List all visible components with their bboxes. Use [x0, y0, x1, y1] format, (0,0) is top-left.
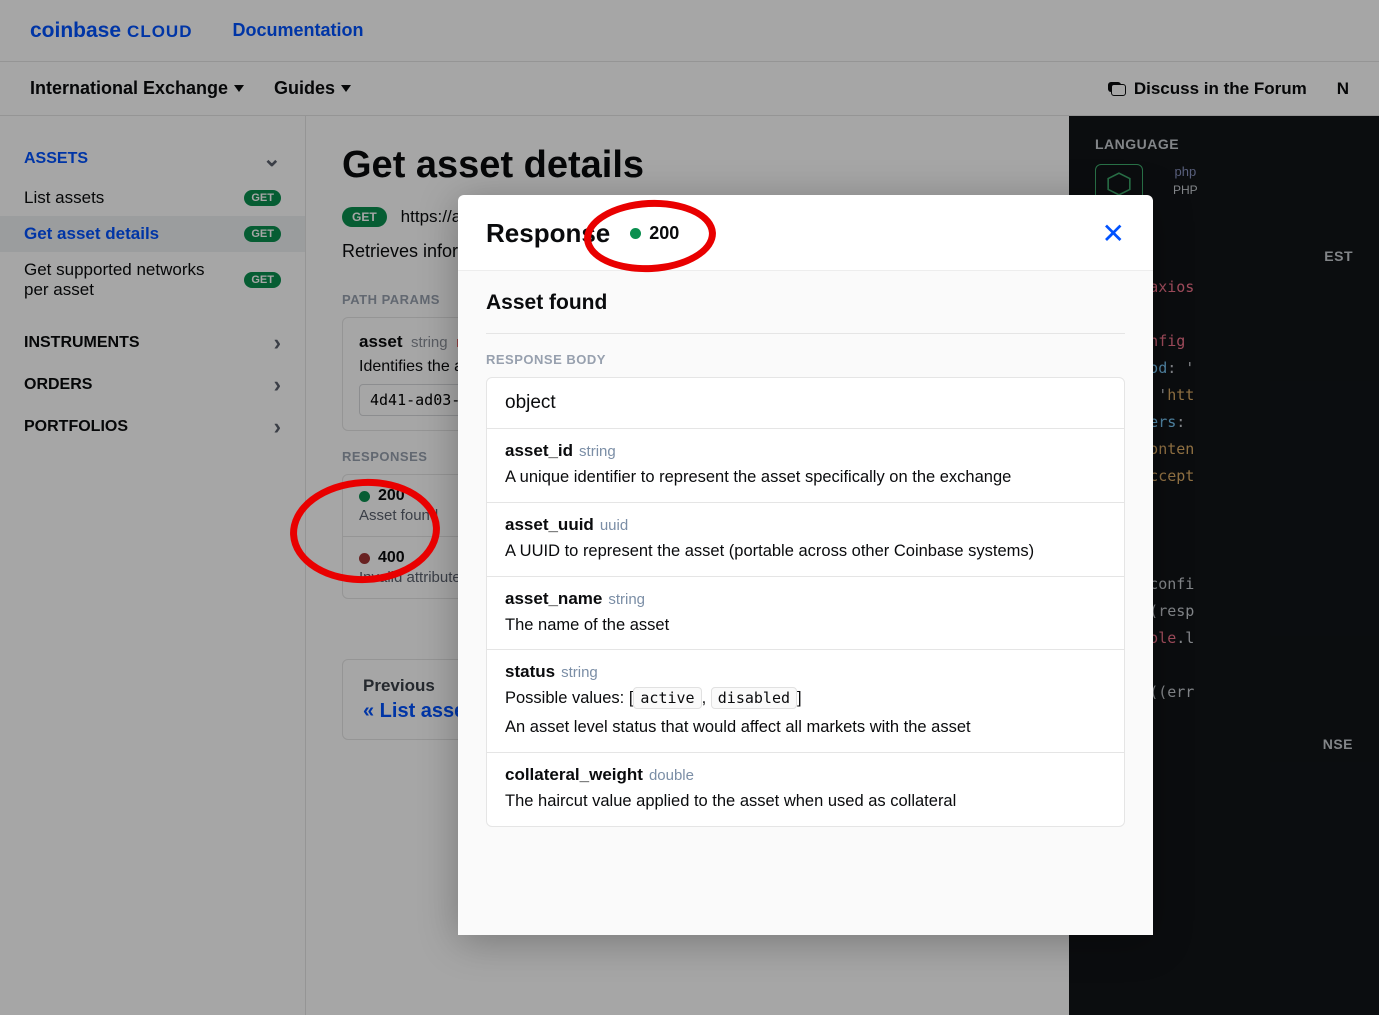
- prop-desc: The haircut value applied to the asset w…: [505, 789, 1106, 814]
- prop-type: string: [608, 591, 645, 608]
- sidebar-item-supported-networks[interactable]: Get supported networks per asset GET: [0, 252, 305, 308]
- prop-type: double: [649, 767, 694, 784]
- language-label: LANGUAGE: [1095, 136, 1353, 152]
- prop-name: collateral_weight: [505, 765, 643, 784]
- prop-type: string: [561, 664, 598, 681]
- sidebar-item-list-assets[interactable]: List assets GET: [0, 180, 305, 216]
- sidebar-section-portfolios[interactable]: PORTFOLIOS ›: [0, 406, 305, 448]
- schema-prop: asset_uuid uuid A UUID to represent the as…: [487, 503, 1124, 577]
- forum-link[interactable]: Discuss in the Forum: [1108, 79, 1307, 99]
- caret-down-icon: [234, 85, 244, 92]
- schema-prop: collateral_weight double The haircut value…: [487, 753, 1124, 826]
- prop-desc: An asset level status that would affect …: [505, 715, 1106, 740]
- prop-type: uuid: [600, 517, 628, 534]
- documentation-link[interactable]: Documentation: [233, 20, 364, 41]
- modal-title: Response: [486, 218, 610, 249]
- response-body-label: RESPONSE BODY: [486, 352, 1125, 367]
- method-badge: GET: [244, 272, 281, 288]
- forum-icon: [1108, 82, 1126, 96]
- chevron-right-icon: ›: [274, 372, 281, 398]
- page-title: Get asset details: [342, 144, 1033, 187]
- modal-subtitle: Asset found: [486, 291, 1125, 334]
- sidebar-section-instruments[interactable]: INSTRUMENTS ›: [0, 322, 305, 364]
- sidebar-item-get-asset-details[interactable]: Get asset details GET: [0, 216, 305, 252]
- status-dot-green: [630, 228, 641, 239]
- chevron-right-icon: ›: [274, 330, 281, 356]
- schema-prop: status string Possible values: [active, di…: [487, 650, 1124, 753]
- lang-button-php[interactable]: php PHP: [1173, 164, 1198, 222]
- prop-name: asset_uuid: [505, 515, 594, 534]
- sidebar: ASSETS ⌄ List assets GET Get asset detai…: [0, 116, 306, 1015]
- schema-box: object asset_idstringA unique identifier…: [486, 377, 1125, 827]
- sidebar-section-assets[interactable]: ASSETS ⌄: [0, 138, 305, 180]
- schema-type: object: [487, 378, 1124, 429]
- chevron-down-icon: ⌄: [263, 146, 281, 172]
- node-icon: [1106, 171, 1132, 197]
- param-name: asset: [359, 332, 402, 351]
- nav-international-exchange[interactable]: International Exchange: [30, 78, 244, 99]
- top-header: coinbase CLOUD Documentation: [0, 0, 1379, 62]
- prop-name: asset_name: [505, 589, 602, 608]
- nav-guides[interactable]: Guides: [274, 78, 351, 99]
- logo-main: coinbase: [30, 19, 121, 43]
- logo[interactable]: coinbase CLOUD: [30, 19, 193, 43]
- prop-type: string: [579, 443, 616, 460]
- status-dot-red: [359, 553, 370, 564]
- modal-status-code: 200: [630, 223, 679, 244]
- method-pill: GET: [342, 207, 387, 227]
- prop-name: asset_id: [505, 441, 573, 460]
- prop-desc: The name of the asset: [505, 613, 1106, 638]
- response-modal: Response 200 ✕ Asset found RESPONSE BODY…: [458, 195, 1153, 935]
- modal-body: Asset found RESPONSE BODY object asset_i…: [458, 271, 1153, 935]
- chevron-right-icon: ›: [274, 414, 281, 440]
- prop-desc: A UUID to represent the asset (portable …: [505, 539, 1106, 564]
- method-badge: GET: [244, 190, 281, 206]
- logo-sub: CLOUD: [127, 22, 192, 42]
- close-icon[interactable]: ✕: [1102, 217, 1125, 250]
- sidebar-section-orders[interactable]: ORDERS ›: [0, 364, 305, 406]
- sub-header: International Exchange Guides Discuss in…: [0, 62, 1379, 116]
- php-icon: php: [1174, 164, 1196, 179]
- param-type: string: [411, 334, 448, 351]
- method-badge: GET: [244, 226, 281, 242]
- caret-down-icon: [341, 85, 351, 92]
- prop-enum: Possible values: [active, disabled]: [505, 686, 1106, 711]
- prop-desc: A unique identifier to represent the ass…: [505, 465, 1106, 490]
- modal-header: Response 200 ✕: [458, 195, 1153, 271]
- status-dot-green: [359, 491, 370, 502]
- prop-name: status: [505, 662, 555, 681]
- nav-cut-right: N: [1337, 79, 1349, 99]
- schema-prop: asset_id string A unique identifier to rep…: [487, 429, 1124, 503]
- schema-prop: asset_name string The name of the asset: [487, 577, 1124, 651]
